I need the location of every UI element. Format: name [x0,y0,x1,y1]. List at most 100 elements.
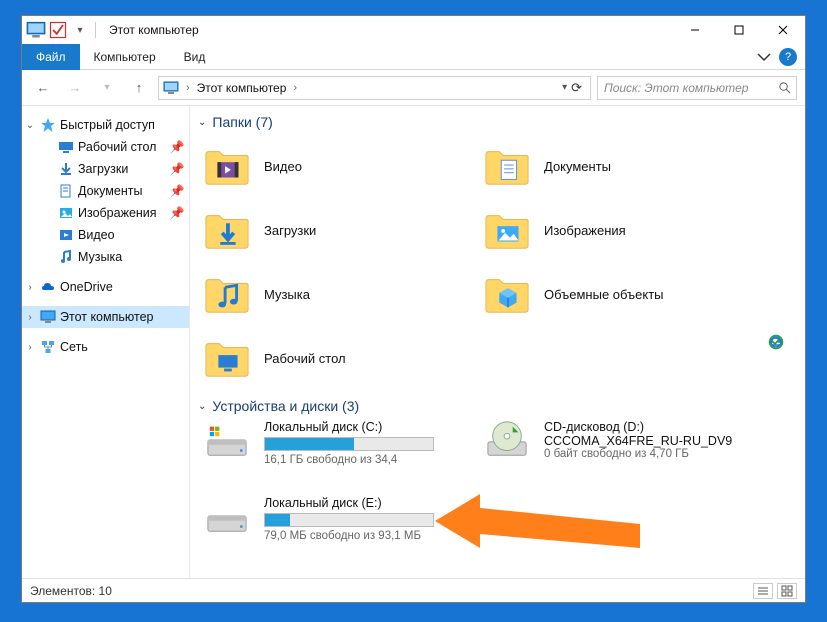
tree-item-pictures[interactable]: Изображения📌 [40,202,189,224]
drive-item[interactable]: Локальный диск (Е:) 79,0 МБ свободно из 9… [202,494,482,570]
cloud-icon [40,279,56,295]
breadcrumb-chevron[interactable]: › [290,82,300,94]
address-bar[interactable]: › Этот компьютер › ▾ ⟳ [158,76,591,100]
group-title: Устройства и диски (3) [212,398,359,414]
tree-quick-access[interactable]: ⌄ Быстрый доступ [22,114,189,136]
pin-icon: 📌 [171,184,183,198]
breadcrumb-segment[interactable]: Этот компьютер [197,81,287,95]
drive-icon [202,418,252,462]
downloads-icon [58,161,74,177]
breadcrumb-chevron[interactable]: › [183,82,193,94]
tree-item-videos[interactable]: Видео [40,224,189,246]
minimize-button[interactable] [673,16,717,44]
status-bar: Элементов: 10 [22,578,805,602]
folder-icon [482,208,532,252]
window-title: Этот компьютер [103,23,673,37]
folder-item[interactable]: Изображения [482,198,762,262]
navigation-bar: ← → ▾ ↑ › Этот компьютер › ▾ ⟳ [22,70,805,106]
close-button[interactable] [761,16,805,44]
caret-icon[interactable]: › [24,312,36,323]
tree-item-documents[interactable]: Документы📌 [40,180,189,202]
quick-access-toolbar: ▾ [22,20,103,40]
drive-label: Локальный диск (Е:) [264,496,482,510]
search-box[interactable] [597,76,797,100]
folder-item[interactable]: Видео [202,134,482,198]
group-header-drives[interactable]: ⌄ Устройства и диски (3) [190,396,805,418]
view-details-button[interactable] [753,583,773,599]
folders-grid: Видео Документы Загрузки Изображения МузыкаО… [190,134,805,390]
caret-icon[interactable]: › [24,342,36,353]
ribbon-tab-file[interactable]: Файл [22,44,80,70]
tree-item-music[interactable]: Музыка [40,246,189,268]
folder-item[interactable]: Загрузки [202,198,482,262]
drives-grid: Локальный диск (С:) 16,1 ГБ свободно из 3… [190,418,805,570]
folder-icon [482,144,532,188]
tree-onedrive[interactable]: › OneDrive [22,276,189,298]
drive-info: Локальный диск (С:) 16,1 ГБ свободно из 3… [264,418,482,494]
folder-label: Изображения [544,223,626,238]
this-pc-icon [163,80,179,96]
folder-label: Рабочий стол [264,351,346,366]
star-icon [40,117,56,133]
ribbon-expand-icon[interactable] [755,48,773,66]
recent-dropdown[interactable]: ▾ [94,75,120,101]
group-header-folders[interactable]: ⌄ Папки (7) [190,112,805,134]
drive-icon [202,494,252,538]
folder-icon [202,336,252,380]
tree-network[interactable]: › Сеть [22,336,189,358]
ribbon: Файл Компьютер Вид ? [22,44,805,70]
separator [95,22,96,38]
folder-label: Загрузки [264,223,316,238]
this-pc-icon [26,20,46,40]
group-title: Папки (7) [212,114,272,130]
content-pane[interactable]: ⌄ Папки (7) Видео Документы Загрузки Изобра… [190,106,805,578]
pin-icon: 📌 [171,140,183,154]
chevron-down-icon[interactable]: ⌄ [198,401,206,412]
search-icon[interactable] [772,81,796,94]
body: ⌄ Быстрый доступ Рабочий стол📌 Загрузки📌… [22,106,805,578]
status-text: Элементов: 10 [30,584,112,598]
ribbon-tab-view[interactable]: Вид [170,44,220,70]
drive-sub: 0 байт свободно из 4,70 ГБ [544,448,762,460]
drive-sub: 16,1 ГБ свободно из 34,4 [264,454,482,466]
network-icon [40,339,56,355]
tree-item-downloads[interactable]: Загрузки📌 [40,158,189,180]
ok-overlay-icon [767,333,785,351]
pin-icon: 📌 [171,162,183,176]
help-icon[interactable]: ? [779,48,797,66]
tree-item-desktop[interactable]: Рабочий стол📌 [40,136,189,158]
folder-item[interactable]: Рабочий стол [202,326,482,390]
search-input[interactable] [598,81,772,95]
view-thumbnails-button[interactable] [777,583,797,599]
folder-icon [202,272,252,316]
explorer-window: ▾ Этот компьютер Файл Компьютер Вид ? ← … [21,15,806,603]
maximize-button[interactable] [717,16,761,44]
drive-info: Локальный диск (Е:) 79,0 МБ свободно из 9… [264,494,482,570]
address-dropdown-icon[interactable]: ▾ [562,82,567,93]
drive-sub: 79,0 МБ свободно из 93,1 МБ [264,530,482,542]
desktop-icon [58,139,74,155]
ribbon-tab-computer[interactable]: Компьютер [80,44,170,70]
chevron-down-icon[interactable]: ⌄ [198,117,206,128]
back-button[interactable]: ← [30,75,56,101]
drive-item[interactable]: Локальный диск (С:) 16,1 ГБ свободно из 3… [202,418,482,494]
refresh-icon[interactable]: ⟳ [571,80,582,96]
tree-label: Быстрый доступ [60,118,183,132]
forward-button[interactable]: → [62,75,88,101]
qat-dropdown-icon[interactable]: ▾ [70,20,90,40]
tree-this-pc[interactable]: › Этот компьютер [22,306,189,328]
qat-icon[interactable] [48,20,68,40]
drive-item[interactable]: CD-дисковод (D:) CCCOMA_X64FRE_RU-RU_DV9… [482,418,762,494]
music-icon [58,249,74,265]
documents-icon [58,183,74,199]
folder-item[interactable]: Музыка [202,262,482,326]
caret-icon[interactable]: › [24,282,36,293]
drive-usage-bar [264,513,434,527]
folder-label: Видео [264,159,302,174]
this-pc-icon [40,309,56,325]
folder-item[interactable]: Документы [482,134,762,198]
drive-label: Локальный диск (С:) [264,420,482,434]
caret-icon[interactable]: ⌄ [24,120,36,131]
up-button[interactable]: ↑ [126,75,152,101]
folder-item[interactable]: Объемные объекты [482,262,762,326]
